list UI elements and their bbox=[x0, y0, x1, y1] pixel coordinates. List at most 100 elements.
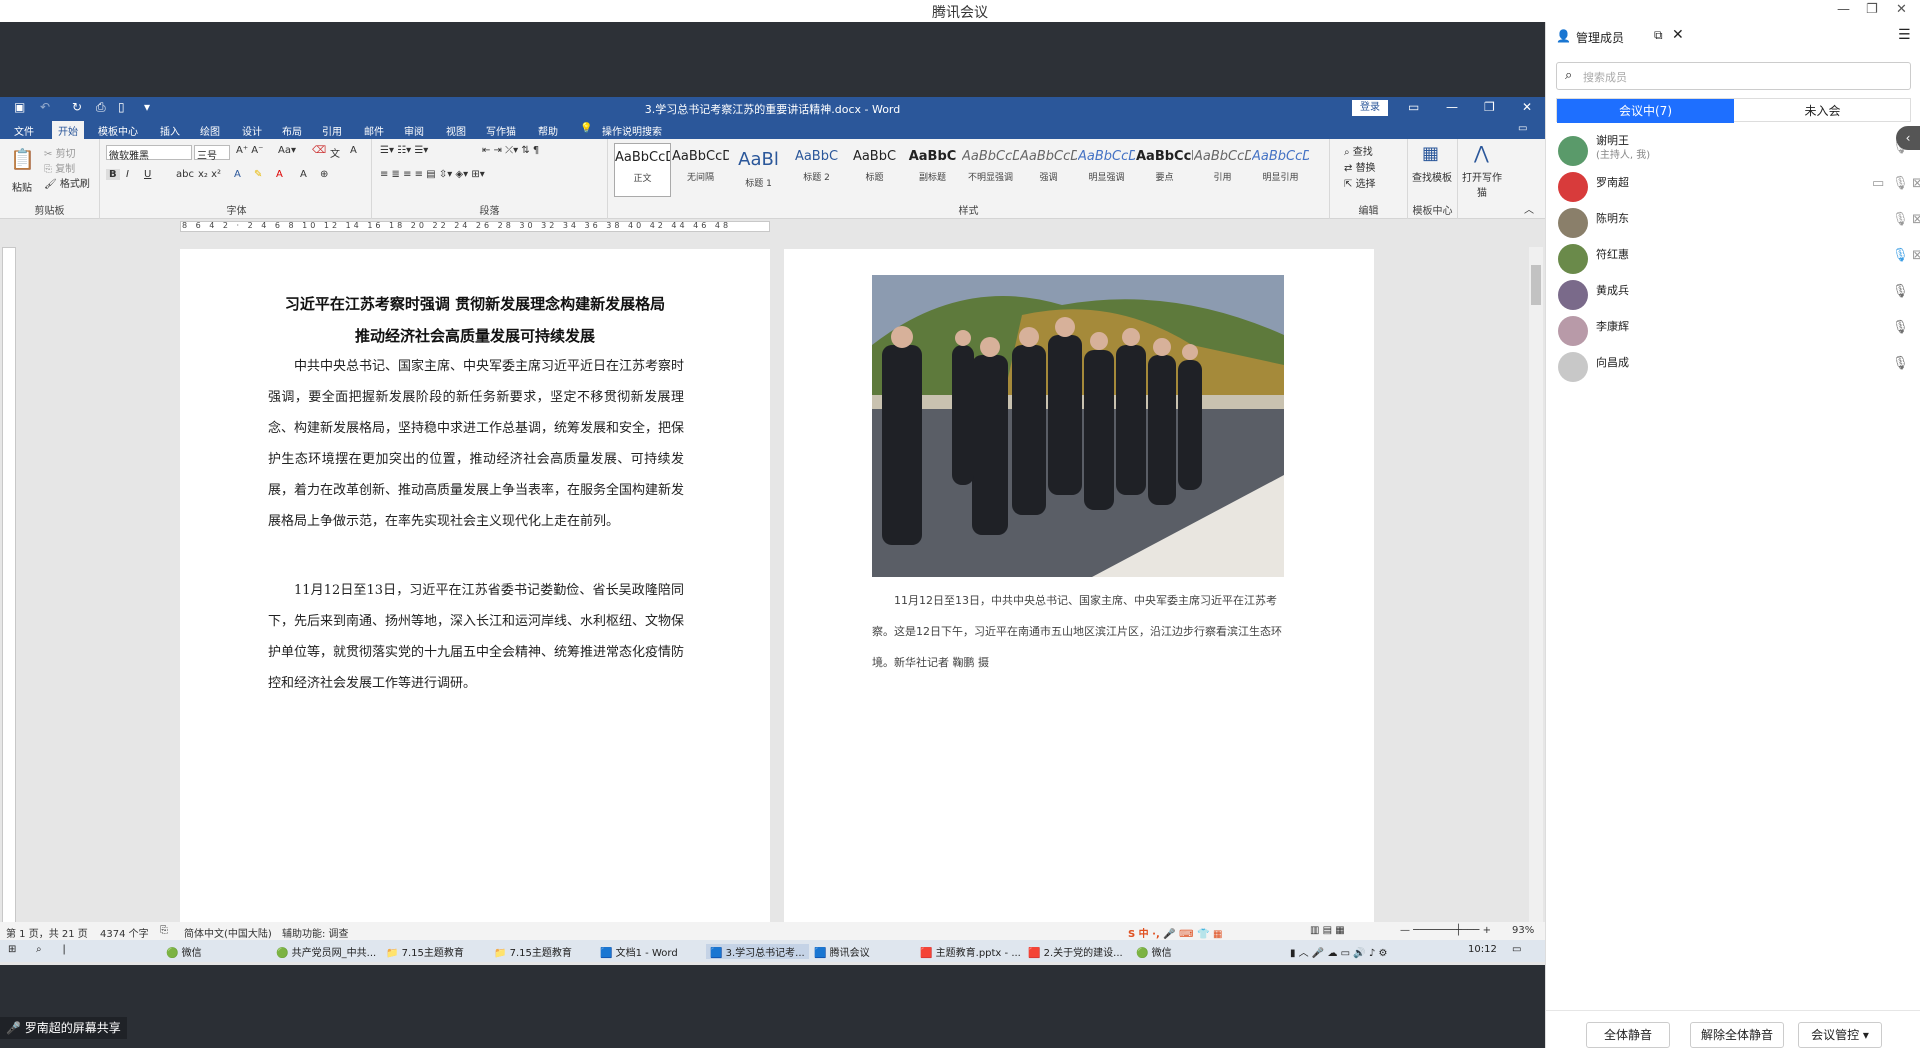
style-5[interactable]: AaBbC 副标题 bbox=[904, 143, 961, 197]
align-icons[interactable]: ≡ ≣ ≡ ≡ ▤ ⇳▾ ◈▾ ⊞▾ bbox=[380, 169, 485, 180]
word-minimize-icon[interactable]: — bbox=[1446, 100, 1458, 114]
style-7[interactable]: AaBbCcD 强调 bbox=[1020, 143, 1077, 197]
style-2[interactable]: AaBl 标题 1 bbox=[730, 143, 787, 197]
tab-file[interactable]: 文件 bbox=[14, 123, 34, 138]
phonetic-icon[interactable]: 文 bbox=[330, 145, 340, 160]
select-button[interactable]: ⇱ 选择 bbox=[1344, 175, 1376, 190]
style-6[interactable]: AaBbCcD 不明显强调 bbox=[962, 143, 1019, 197]
camera-off-icon[interactable]: ⊠ bbox=[1912, 248, 1920, 263]
clear-format-icon[interactable]: ⌫ bbox=[312, 145, 326, 156]
tray-icons[interactable]: ▮ ︿ 🎤 ☁ ▭ 🔊 ♪ ⚙ bbox=[1290, 944, 1387, 959]
member-row[interactable]: 向昌成 🎙 bbox=[1546, 346, 1920, 386]
font-name-select[interactable]: 微软雅黑 bbox=[106, 145, 192, 162]
search-icon[interactable]: ⌕ bbox=[36, 944, 42, 955]
zoom-slider[interactable]: — ───────┼─── + bbox=[1400, 925, 1491, 936]
char-border-icon[interactable]: A bbox=[350, 145, 357, 156]
copy-button[interactable]: ⎘ 复制 bbox=[44, 160, 75, 175]
enclose-char-icon[interactable]: ⊕ bbox=[320, 169, 328, 180]
popout-icon[interactable]: ⧉ bbox=[1654, 28, 1663, 43]
bold-button[interactable]: B bbox=[106, 169, 120, 180]
panel-menu-icon[interactable]: ☰ bbox=[1898, 27, 1911, 43]
mic-icon[interactable]: 🎙 bbox=[1892, 284, 1909, 299]
mic-icon[interactable]: 🎙 bbox=[1892, 320, 1909, 335]
mic-icon[interactable]: 🎙 bbox=[1892, 176, 1909, 191]
taskbar-item-word-doc1[interactable]: 🟦 文档1 - Word bbox=[600, 944, 678, 959]
taskbar-item-wechat[interactable]: 🟢 微信 bbox=[166, 944, 202, 959]
tab-view[interactable]: 视图 bbox=[446, 123, 466, 138]
tell-me-search[interactable]: 操作说明搜索 bbox=[602, 123, 662, 138]
highlight-icon[interactable]: ✎ bbox=[254, 169, 262, 180]
tab-review[interactable]: 审阅 bbox=[404, 123, 424, 138]
mic-icon[interactable]: 🎙 bbox=[1892, 248, 1909, 263]
collapse-panel-icon[interactable]: ‹ bbox=[1896, 126, 1920, 150]
font-size-select[interactable]: 三号 bbox=[194, 145, 230, 162]
font-color-icon[interactable]: A bbox=[276, 169, 283, 180]
restore-icon[interactable]: ❐ bbox=[1866, 2, 1878, 17]
meeting-control-button[interactable]: 会议管控 ▾ bbox=[1798, 1022, 1882, 1048]
status-accessibility[interactable]: 辅助功能: 调查 bbox=[282, 925, 349, 940]
collapse-ribbon-icon[interactable]: ︿ bbox=[1524, 201, 1534, 216]
tab-mailings[interactable]: 邮件 bbox=[364, 123, 384, 138]
taskbar-item-word-active[interactable]: 🟦 3.学习总书记考... bbox=[706, 944, 809, 959]
style-9[interactable]: AaBbCcD 要点 bbox=[1136, 143, 1193, 197]
taskbar-item-meeting[interactable]: 🟦 腾讯会议 bbox=[814, 944, 870, 959]
member-search-input[interactable]: ⌕ 搜索成员 bbox=[1556, 62, 1911, 90]
taskbar-item-doc2[interactable]: 🟥 2.关于党的建设... bbox=[1028, 944, 1123, 959]
status-page[interactable]: 第 1 页，共 21 页 bbox=[6, 925, 88, 940]
style-10[interactable]: AaBbCcD 引用 bbox=[1194, 143, 1251, 197]
taskbar-item-wechat-2[interactable]: 🟢 微信 bbox=[1136, 944, 1172, 959]
vertical-scrollbar[interactable] bbox=[1529, 247, 1543, 947]
underline-button[interactable]: U bbox=[144, 169, 151, 180]
style-8[interactable]: AaBbCcD 明显强调 bbox=[1078, 143, 1135, 197]
view-buttons[interactable]: ▥ ▤ ▦ bbox=[1310, 925, 1345, 936]
template-icon[interactable]: ▦ bbox=[1422, 143, 1439, 164]
member-row[interactable]: 罗南超 🎙 ⊠ ▭ bbox=[1546, 166, 1920, 206]
camera-off-icon[interactable]: ⊠ bbox=[1912, 212, 1920, 227]
mute-all-button[interactable]: 全体静音 bbox=[1586, 1022, 1670, 1048]
camera-off-icon[interactable]: ⊠ bbox=[1912, 176, 1920, 191]
cut-button[interactable]: ✂ 剪切 bbox=[44, 145, 76, 160]
paste-icon[interactable]: 📋 bbox=[10, 147, 35, 171]
style-0[interactable]: AaBbCcDı 正文 bbox=[614, 143, 671, 197]
document-page-1[interactable]: 习近平在江苏考察时强调 贯彻新发展理念构建新发展格局 推动经济社会高质量发展可持… bbox=[180, 249, 770, 939]
find-template-button[interactable]: 查找模板 bbox=[1412, 169, 1452, 184]
subscript-button[interactable]: x₂ x² bbox=[198, 169, 221, 180]
tab-layout[interactable]: 布局 bbox=[282, 123, 302, 138]
zoom-level[interactable]: 93% bbox=[1512, 925, 1534, 936]
style-4[interactable]: AaBbC 标题 bbox=[846, 143, 903, 197]
style-11[interactable]: AaBbCcD 明显引用 bbox=[1252, 143, 1309, 197]
writecat-button[interactable]: 打开写作猫 bbox=[1462, 169, 1502, 199]
tab-template-center[interactable]: 模板中心 bbox=[98, 123, 138, 138]
ime-toolbar[interactable]: S 中 ·, 🎤 ⌨ 👕 ▦ bbox=[1128, 925, 1222, 940]
strikethrough-button[interactable]: abc bbox=[176, 169, 194, 180]
scroll-thumb[interactable] bbox=[1531, 265, 1541, 305]
taskbar-item-folder-2[interactable]: 📁 7.15主题教育 bbox=[494, 944, 572, 959]
replace-button[interactable]: ⇄ 替换 bbox=[1344, 159, 1376, 174]
start-icon[interactable]: ⊞ bbox=[8, 944, 16, 955]
minimize-icon[interactable]: — bbox=[1837, 2, 1850, 17]
italic-button[interactable]: I bbox=[126, 169, 129, 180]
proofing-icon[interactable]: ⎘ bbox=[160, 925, 168, 936]
style-1[interactable]: AaBbCcDı 无间隔 bbox=[672, 143, 729, 197]
mic-icon[interactable]: 🎙 bbox=[1892, 356, 1909, 371]
member-row[interactable]: 符红惠 🎙 ⊠ bbox=[1546, 238, 1920, 278]
tab-help[interactable]: 帮助 bbox=[538, 123, 558, 138]
style-3[interactable]: AaBbC 标题 2 bbox=[788, 143, 845, 197]
member-row[interactable]: 李康辉 🎙 bbox=[1546, 310, 1920, 350]
notification-icon[interactable]: ▭ bbox=[1512, 944, 1521, 955]
tab-not-joined[interactable]: 未入会 bbox=[1734, 99, 1911, 123]
paste-button[interactable]: 粘贴 bbox=[12, 179, 32, 194]
taskview-icon[interactable]: ❘ bbox=[60, 944, 68, 955]
text-effect-icon[interactable]: A bbox=[234, 169, 241, 180]
grow-font-icon[interactable]: A⁺ A⁻ bbox=[236, 145, 263, 156]
login-button[interactable]: 登录 bbox=[1352, 100, 1388, 116]
change-case-icon[interactable]: Aa▾ bbox=[278, 145, 296, 156]
status-words[interactable]: 4374 个字 bbox=[100, 925, 149, 940]
close-icon[interactable]: ✕ bbox=[1896, 2, 1907, 17]
unmute-all-button[interactable]: 解除全体静音 bbox=[1690, 1022, 1784, 1048]
taskbar-item-pptx[interactable]: 🟥 主题教育.pptx - ... bbox=[920, 944, 1021, 959]
status-language[interactable]: 简体中文(中国大陆) bbox=[184, 925, 272, 940]
panel-close-icon[interactable]: ✕ bbox=[1672, 27, 1684, 43]
tab-writecat[interactable]: 写作猫 bbox=[486, 123, 516, 138]
writecat-icon[interactable]: ⋀ bbox=[1474, 143, 1489, 164]
